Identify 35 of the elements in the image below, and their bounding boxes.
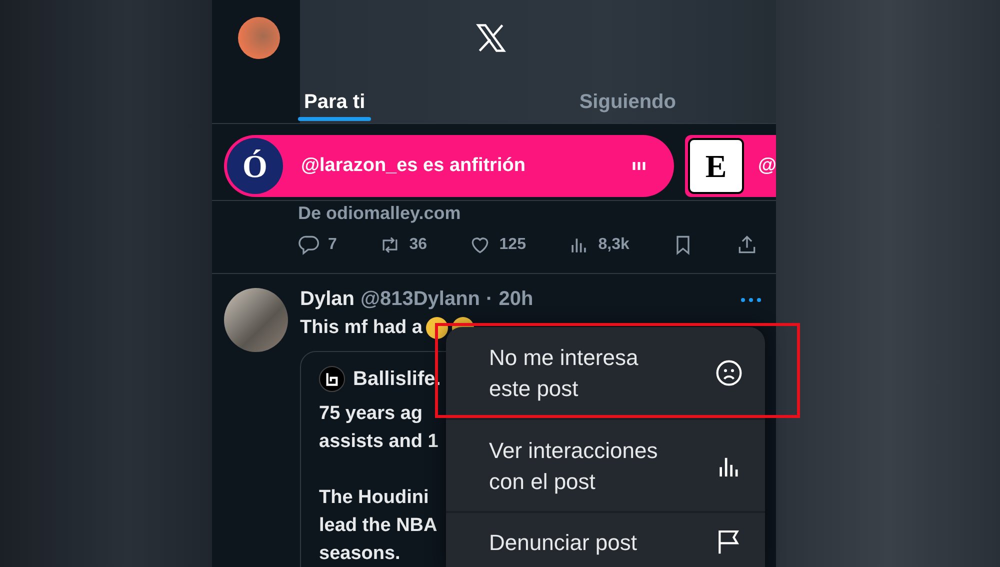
menu-item-label: Ver interacciones con el post (489, 436, 658, 496)
bar-chart-icon (720, 456, 738, 478)
reply-button[interactable]: 7 (298, 234, 337, 256)
more-icon[interactable] (740, 296, 762, 304)
reply-icon (298, 234, 320, 256)
menu-item-label: Denunciar post (489, 528, 637, 557)
flag-icon (718, 530, 740, 554)
repost-button[interactable]: 36 (379, 234, 427, 256)
menu-item-label: No me interesa este post (489, 344, 638, 403)
account-logo-icon (319, 366, 345, 392)
post-text: This mf had a (300, 317, 422, 339)
space-logo: E (688, 138, 744, 194)
audio-bars-icon (632, 159, 646, 173)
space-host-label: @larazon_es es anfitrión (301, 155, 526, 177)
menu-item[interactable]: No me interesa este post (446, 327, 765, 420)
menu-item[interactable]: Denunciar post (446, 513, 765, 567)
author-name[interactable]: Dylan (300, 288, 354, 311)
like-button[interactable]: 125 (469, 234, 526, 256)
quoted-post-text: The Houdini lead the NBA seasons. (319, 486, 438, 566)
avatar-circle[interactable] (238, 17, 280, 59)
quoted-post-text: 75 years ag assists and 1 (319, 402, 438, 454)
live-space-pill[interactable]: Ó @larazon_es es anfitrión (224, 135, 674, 197)
separator-dot: · (486, 288, 493, 311)
post-time: 20h (498, 288, 534, 311)
menu-item[interactable]: Ver interacciones con el post (446, 420, 765, 513)
x-logo-icon (474, 21, 508, 55)
views-button[interactable]: 8,3k (568, 234, 630, 256)
sad-face-icon (716, 360, 742, 386)
tab[interactable]: Siguiendo (529, 76, 726, 121)
author-handle[interactable]: @813Dylann (360, 288, 480, 311)
tab[interactable]: Para ti (254, 76, 416, 121)
space-logo: Ó (227, 138, 283, 194)
live-space-pill[interactable]: E @ (685, 135, 776, 197)
link-source-text: De odiomalley.com (298, 203, 461, 223)
space-host-label: @ (758, 155, 776, 177)
